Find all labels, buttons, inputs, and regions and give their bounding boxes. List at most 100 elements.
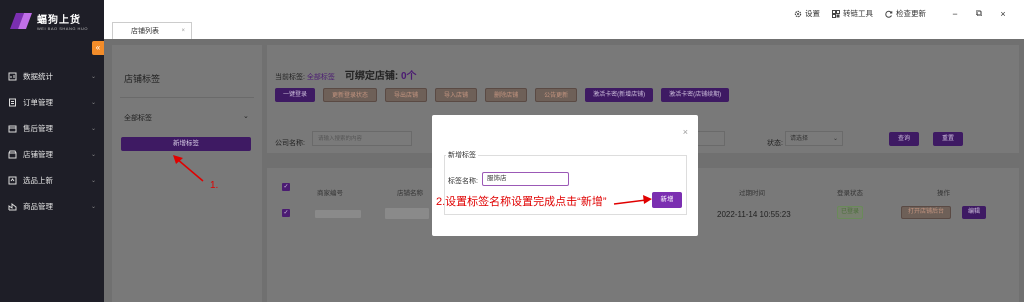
current-tag-label: 当前标签: xyxy=(275,74,305,81)
one-click-login-button[interactable]: 一键登录 xyxy=(275,88,316,102)
after-sales-icon xyxy=(8,125,17,132)
close-icon[interactable]: × xyxy=(683,127,688,137)
sidebar-item-data-stats[interactable]: 数据统计 ⌄ xyxy=(0,63,104,89)
tag-panel: 店铺标签 全部标签 ⌄ 新增标签 1. xyxy=(112,45,262,302)
sidebar-item-label: 售后管理 xyxy=(23,123,53,133)
sidebar-item-label: 商品管理 xyxy=(23,201,53,211)
sidebar-item-stores[interactable]: 店铺管理 ⌄ xyxy=(0,141,104,167)
import-stores-button[interactable]: 导入店铺 xyxy=(435,88,478,102)
tab-close-icon[interactable]: × xyxy=(181,28,185,34)
bound-stores: 可绑定店铺: 0个 xyxy=(345,71,417,82)
chevron-down-icon: ⌄ xyxy=(90,73,96,80)
sidebar-item-label: 数据统计 xyxy=(23,71,53,81)
open-store-backend-button[interactable]: 打开店铺后台 xyxy=(901,206,951,219)
gear-icon xyxy=(794,10,802,17)
announcement-update-button[interactable]: 公告更新 xyxy=(535,88,578,102)
add-button[interactable]: 新增 xyxy=(652,192,682,208)
activate-card-renew-button[interactable]: 激活卡密(店铺续期) xyxy=(661,88,730,102)
logo-subtitle: WEI BAO SHANG HUO xyxy=(37,26,88,31)
sidebar-item-label: 店铺管理 xyxy=(23,149,53,159)
annotation-step-2: 2.设置标签名称设置完成点击“新增” xyxy=(436,196,607,208)
store-icon xyxy=(8,150,17,158)
tag-name-label: 标签名称: xyxy=(448,178,478,185)
column-header-store-name: 店铺名称 xyxy=(397,190,423,197)
toolbar: 设置 转链工具 检查更新 − ⧉ × xyxy=(794,8,1010,19)
grid-icon xyxy=(832,9,840,18)
delete-stores-button[interactable]: 删除店铺 xyxy=(485,88,528,102)
chevron-down-icon: ⌄ xyxy=(90,203,96,210)
select-all-checkbox[interactable]: ✓ xyxy=(282,183,290,191)
column-header-expire-time: 过期时间 xyxy=(739,190,765,197)
sidebar-collapse-button[interactable]: « xyxy=(92,41,104,55)
annotation-arrow-2 xyxy=(613,195,652,205)
bound-stores-count: 0个 xyxy=(400,71,417,82)
close-window-button[interactable]: × xyxy=(996,9,1010,19)
all-tags-item[interactable]: 全部标签 xyxy=(124,113,152,123)
sidebar-item-orders[interactable]: 订单管理 ⌄ xyxy=(0,89,104,115)
restore-button[interactable]: ⧉ xyxy=(972,8,986,19)
check-update-label: 检查更新 xyxy=(896,9,926,18)
status-select-value: 请选择 xyxy=(790,136,809,142)
sidebar-item-label: 选品上新 xyxy=(23,175,53,185)
chevron-down-icon: ⌄ xyxy=(90,125,96,132)
add-tag-button[interactable]: 新增标签 xyxy=(121,137,251,151)
company-name-label: 公司名称: xyxy=(275,140,305,147)
chevron-down-icon: ⌄ xyxy=(832,136,838,142)
settings-label: 设置 xyxy=(805,9,820,18)
goods-icon xyxy=(8,202,17,210)
tab-store-list[interactable]: 店铺列表 × xyxy=(112,22,192,39)
divider xyxy=(120,97,254,98)
chart-icon xyxy=(8,72,17,80)
current-tag-value: 全部标签 xyxy=(306,74,335,81)
merchant-id-redacted xyxy=(315,210,361,218)
column-header-merchant-id: 商家编号 xyxy=(317,190,343,197)
check-update-button[interactable]: 检查更新 xyxy=(885,8,926,19)
status-label: 状态: xyxy=(767,140,783,147)
link-tool-label: 转链工具 xyxy=(843,9,873,18)
update-login-status-button[interactable]: 更新登录状态 xyxy=(323,88,378,102)
sidebar-item-after-sales[interactable]: 售后管理 ⌄ xyxy=(0,115,104,141)
reset-button[interactable]: 重置 xyxy=(933,132,963,146)
app-logo: 蝠狗上货 WEI BAO SHANG HUO xyxy=(8,10,88,32)
link-tool-button[interactable]: 转链工具 xyxy=(832,8,873,19)
chevron-down-icon: ⌄ xyxy=(90,177,96,184)
annotation-step-1: 1. xyxy=(210,180,219,191)
login-status-badge: 已登录 xyxy=(837,206,863,219)
sidebar-item-goods[interactable]: 商品管理 ⌄ xyxy=(0,193,104,219)
activate-card-new-store-button[interactable]: 激活卡密(新增店铺) xyxy=(585,88,654,102)
settings-button[interactable]: 设置 xyxy=(794,8,820,19)
tag-panel-title: 店铺标签 xyxy=(124,74,161,84)
sidebar: 蝠狗上货 WEI BAO SHANG HUO « 数据统计 ⌄ 订单管理 ⌄ 售… xyxy=(0,0,104,302)
chevron-down-icon[interactable]: ⌄ xyxy=(243,112,249,120)
refresh-icon xyxy=(885,10,893,18)
logo-icon xyxy=(10,13,32,29)
sidebar-item-label: 订单管理 xyxy=(23,97,53,107)
column-header-login-status: 登录状态 xyxy=(837,190,863,197)
fieldset-legend: 新增标签 xyxy=(446,150,478,160)
column-header-actions: 操作 xyxy=(937,190,950,197)
annotation-arrow-1 xyxy=(173,155,204,182)
sidebar-nav: 数据统计 ⌄ 订单管理 ⌄ 售后管理 ⌄ 店铺管理 ⌄ 选品上新 ⌄ 商品管理 … xyxy=(0,63,104,219)
top-bar: 店铺列表 × 设置 转链工具 检查更新 − ⧉ × xyxy=(104,0,1024,39)
store-name-redacted xyxy=(385,208,429,219)
row-checkbox[interactable]: ✓ xyxy=(282,209,290,217)
bound-stores-label: 可绑定店铺: xyxy=(344,71,399,82)
company-search-input[interactable]: 请输入搜索的内容 xyxy=(312,131,412,146)
upload-icon xyxy=(8,176,17,184)
action-buttons: 一键登录 更新登录状态 导出店铺 导入店铺 删除店铺 公告更新 激活卡密(新增店… xyxy=(275,88,737,102)
current-tag: 当前标签: 全部标签 可绑定店铺: 0个 xyxy=(275,67,417,82)
chevron-down-icon: ⌄ xyxy=(90,151,96,158)
sidebar-item-product-selection[interactable]: 选品上新 ⌄ xyxy=(0,167,104,193)
export-stores-button[interactable]: 导出店铺 xyxy=(385,88,428,102)
tab-label: 店铺列表 xyxy=(131,28,159,35)
minimize-button[interactable]: − xyxy=(948,9,962,19)
edit-button[interactable]: 编辑 xyxy=(962,206,986,219)
chevron-down-icon: ⌄ xyxy=(90,99,96,106)
status-select[interactable]: 请选择 ⌄ xyxy=(785,131,843,146)
order-icon xyxy=(9,98,16,106)
add-tag-dialog: × 新增标签 标签名称: 服饰店 新增 xyxy=(432,115,698,236)
query-button[interactable]: 查询 xyxy=(889,132,919,146)
logo-title: 蝠狗上货 xyxy=(37,15,81,26)
expire-time-cell: 2022-11-14 10:55:23 xyxy=(717,210,791,219)
tag-name-input[interactable]: 服饰店 xyxy=(482,172,569,186)
